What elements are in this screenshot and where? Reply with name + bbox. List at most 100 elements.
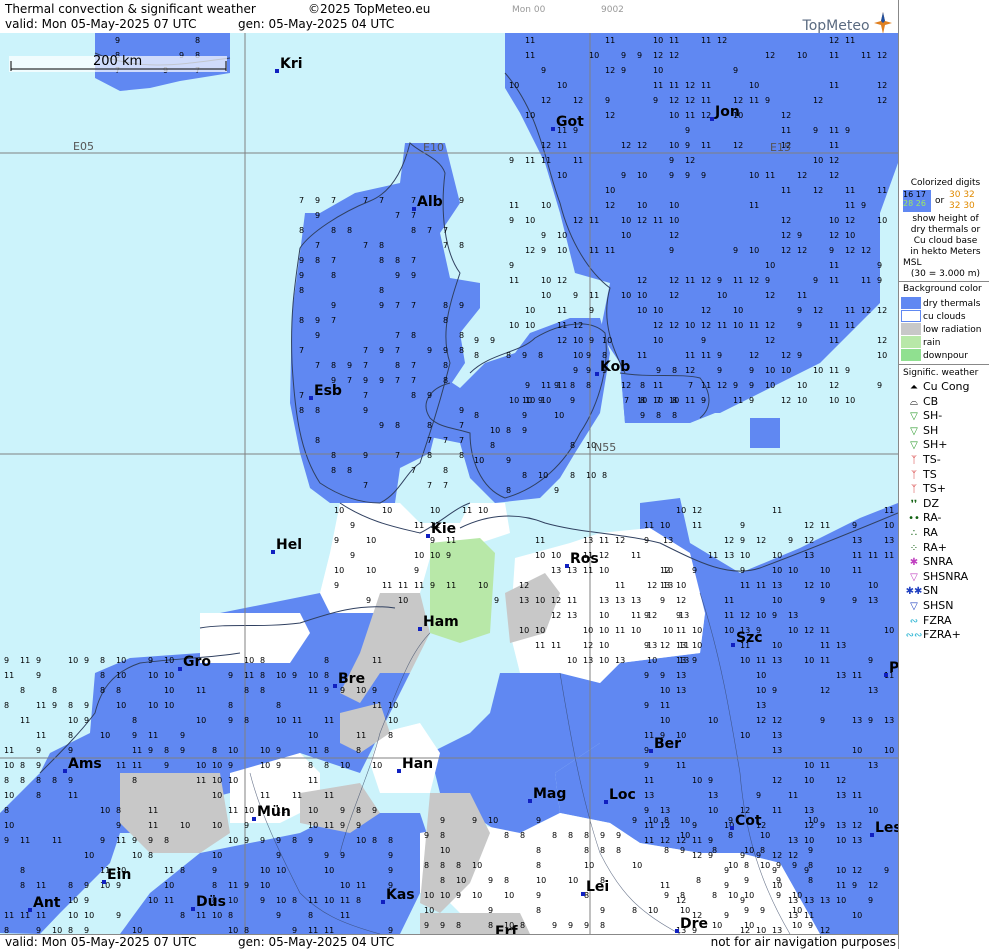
legend-weather-item: ▽ SH xyxy=(905,424,938,438)
height-digit: 10 xyxy=(797,396,807,405)
height-digit: 10 xyxy=(148,701,158,710)
height-digit: 10 xyxy=(228,836,238,845)
height-digit: 9 xyxy=(845,126,850,135)
height-digit: 13 xyxy=(852,716,862,725)
height-digit: 11 xyxy=(20,911,30,920)
height-digit: 10 xyxy=(334,566,344,575)
height-digit: 8 xyxy=(379,241,384,250)
height-digit: 11 xyxy=(852,671,862,680)
height-digit: 8 xyxy=(299,316,304,325)
height-digit: 11 xyxy=(164,866,174,875)
height-digit: 11 xyxy=(644,731,654,740)
height-digit: 11 xyxy=(292,791,302,800)
height-digit: 10 xyxy=(509,321,519,330)
height-digit: 9 xyxy=(414,566,419,575)
height-digit: 10 xyxy=(749,246,759,255)
height-digit: 9 xyxy=(509,156,514,165)
height-digit: 11 xyxy=(765,171,775,180)
snow-rain-icon: ✱ xyxy=(909,557,919,569)
height-digit: 9 xyxy=(315,211,320,220)
scale-label: 200 km xyxy=(93,54,142,69)
height-digit: 8 xyxy=(180,911,185,920)
legend-color-swatch xyxy=(901,310,921,322)
height-digit: 12 xyxy=(877,81,887,90)
city-kie: Kie xyxy=(426,521,456,538)
height-digit: 13 xyxy=(663,581,673,590)
height-digit: 8 xyxy=(292,836,297,845)
height-digit: 10 xyxy=(804,776,814,785)
height-digit: 9 xyxy=(621,51,626,60)
height-digit: 12 xyxy=(733,141,743,150)
height-digit: 8 xyxy=(427,421,432,430)
height-digit: 9 xyxy=(570,396,575,405)
map-header: Thermal convection & significant weather… xyxy=(0,0,898,34)
height-digit: 10 xyxy=(733,321,743,330)
height-digit: 9 xyxy=(797,231,802,240)
height-digit: 13 xyxy=(868,686,878,695)
height-digit: 8 xyxy=(664,816,669,825)
height-digit: 9 xyxy=(760,906,765,915)
height-digit: 11 xyxy=(196,776,206,785)
height-digit: 10 xyxy=(756,686,766,695)
height-digit: 8 xyxy=(538,351,543,360)
height-digit: 8 xyxy=(570,381,575,390)
height-digit: 11 xyxy=(372,656,382,665)
height-digit: 9 xyxy=(772,611,777,620)
height-digit: 10 xyxy=(424,906,434,915)
height-digit: 8 xyxy=(331,466,336,475)
height-digit: 9 xyxy=(884,866,889,875)
legend-weather-label: FZRA xyxy=(923,613,952,627)
height-digit: 10 xyxy=(356,686,366,695)
height-digit: 12 xyxy=(647,611,657,620)
height-digit: 9 xyxy=(340,821,345,830)
grid-label-e15: E15 xyxy=(770,141,791,154)
height-digit: 8 xyxy=(520,921,525,930)
height-digit: 8 xyxy=(372,836,377,845)
height-digit: 12 xyxy=(868,881,878,890)
height-digit: 9 xyxy=(644,761,649,770)
height-digit: 12 xyxy=(829,231,839,240)
height-digit: 12 xyxy=(781,216,791,225)
topmeteo-logo[interactable]: TopMeteo xyxy=(803,12,892,34)
height-digit: 8 xyxy=(276,701,281,710)
height-digit: 11 xyxy=(829,276,839,285)
height-digit: 8 xyxy=(324,761,329,770)
height-digit: 8 xyxy=(356,746,361,755)
height-digit: 10 xyxy=(637,291,647,300)
height-digit: 10 xyxy=(440,891,450,900)
height-digit: 7 xyxy=(427,436,432,445)
height-digit: 10 xyxy=(599,626,609,635)
height-digit: 11 xyxy=(4,911,14,920)
height-digit: 11 xyxy=(414,581,424,590)
legend-weather-label: Cu Cong xyxy=(923,380,970,393)
city-marker-icon xyxy=(102,880,106,884)
height-digit: 9 xyxy=(292,671,297,680)
height-digit: 10 xyxy=(536,876,546,885)
height-digit: 10 xyxy=(541,291,551,300)
height-digit: 9 xyxy=(852,881,857,890)
height-digit: 10 xyxy=(116,671,126,680)
height-digit: 9 xyxy=(299,256,304,265)
height-digit: 12 xyxy=(551,611,561,620)
height-digit: 11 xyxy=(724,596,734,605)
weather-map[interactable]: 9 8 8 9 8 7 9 7 11 11 10 11 11 12 12 11 11 10 9 9 12 12 12 10 11… xyxy=(0,33,898,934)
height-digit: 10 xyxy=(792,921,802,930)
height-digit: 8 xyxy=(395,361,400,370)
height-digit: 8 xyxy=(315,256,320,265)
height-digit: 9 xyxy=(430,536,435,545)
height-digit: 11 xyxy=(599,536,609,545)
height-digit: 11 xyxy=(749,321,759,330)
height-digit: 10 xyxy=(820,581,830,590)
height-digit: 9 xyxy=(749,381,754,390)
height-digit: 12 xyxy=(701,306,711,315)
height-digit: 8 xyxy=(522,471,527,480)
height-digit: 11 xyxy=(324,791,334,800)
rain-icon: ∴ xyxy=(910,528,918,539)
height-digit: 10 xyxy=(276,866,286,875)
height-digit: 9 xyxy=(440,816,445,825)
height-digit: 11 xyxy=(669,81,679,90)
height-digit: 10 xyxy=(760,861,770,870)
height-digit: 11 xyxy=(308,896,318,905)
height-digit: 7 xyxy=(411,361,416,370)
height-digit: 10 xyxy=(637,171,647,180)
